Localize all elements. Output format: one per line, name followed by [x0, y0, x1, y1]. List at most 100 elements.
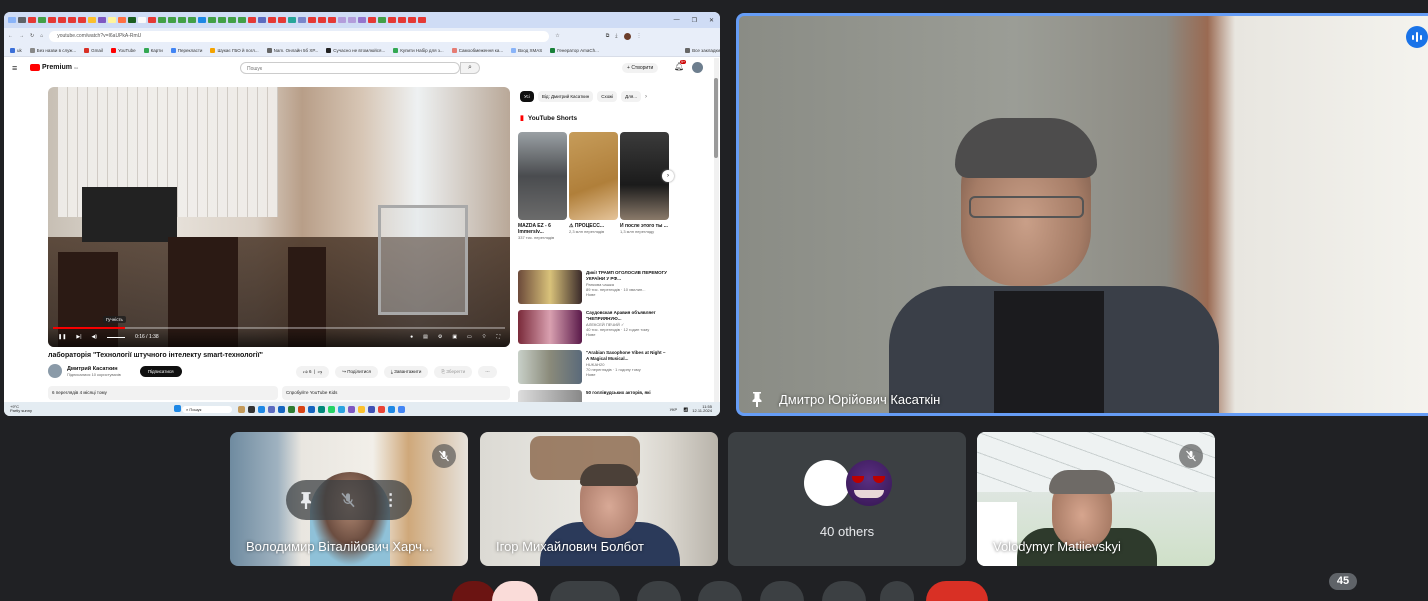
present-button[interactable]	[698, 581, 742, 601]
bookmark-item[interactable]: YouTube	[110, 47, 136, 53]
clock[interactable]: 11:55 12.11.2024	[692, 404, 712, 414]
participant-count-badge[interactable]: 45	[1329, 573, 1357, 590]
fullscreen-icon[interactable]: ⛶	[496, 334, 500, 340]
bookmark-item[interactable]: Генератор AmaCh...	[550, 47, 599, 53]
page-scrollbar[interactable]	[714, 58, 719, 403]
bookmark-item[interactable]: Сучасно не втомлюйся...	[326, 47, 385, 53]
browser-tab[interactable]	[128, 17, 136, 23]
account-avatar[interactable]	[692, 62, 703, 73]
participant-tile[interactable]: Ігор Михайлович Болбот	[480, 432, 718, 566]
browser-tab[interactable]	[288, 17, 296, 23]
browser-tab[interactable]	[18, 17, 26, 23]
browser-tab[interactable]	[418, 17, 426, 23]
share-button[interactable]: ↪ Поділитися	[335, 366, 378, 378]
taskbar-search[interactable]: ⌕ Пошук	[182, 405, 233, 413]
browser-tab[interactable]	[68, 17, 76, 23]
browser-tab[interactable]	[298, 17, 306, 23]
browser-tab[interactable]	[278, 17, 286, 23]
taskbar-app-icon[interactable]	[257, 405, 265, 413]
extensions-icon[interactable]: ⧉	[606, 33, 610, 39]
more-vert-button[interactable]	[880, 581, 914, 601]
raise-hand-button[interactable]	[760, 581, 804, 601]
kids-promo[interactable]: Спробуйте YouTube Kids	[282, 386, 510, 400]
back-icon[interactable]: ←	[8, 33, 13, 39]
reload-icon[interactable]: ↻	[30, 33, 34, 39]
bookmark-item[interactable]: Шукає ГБО й погл...	[210, 47, 259, 53]
hamburger-menu-icon[interactable]: ≡	[12, 63, 17, 73]
browser-tab[interactable]	[28, 17, 36, 23]
taskbar-app-icon[interactable]	[397, 405, 405, 413]
bookmark-item[interactable]: Самообмеження ка...	[451, 47, 503, 53]
taskbar-app-icon[interactable]	[347, 405, 355, 413]
browser-tab[interactable]	[228, 17, 236, 23]
taskbar-app-icon[interactable]	[287, 405, 295, 413]
browser-tab[interactable]	[378, 17, 386, 23]
shorts-next-button[interactable]: ›	[662, 170, 674, 182]
shared-screen-tile[interactable]: — ❐ ✕ ← → ↻ ⌂ youtube.com/watch?v=I6aUPkA-…	[4, 12, 720, 416]
browser-tab[interactable]	[258, 17, 266, 23]
bookmark-item[interactable]: Nam. Онлайн 5б ХР...	[266, 47, 318, 53]
more-actions-button[interactable]: ⋯	[478, 366, 497, 378]
miniplayer-icon[interactable]: ▣	[452, 334, 457, 340]
taskbar-app-icon[interactable]	[317, 405, 325, 413]
browser-tab[interactable]	[398, 17, 406, 23]
taskbar-app-icon[interactable]	[307, 405, 315, 413]
taskbar-app-icon[interactable]	[267, 405, 275, 413]
bookmark-item[interactable]: Купити Набір для з...	[393, 47, 444, 53]
channel-avatar[interactable]	[48, 364, 62, 378]
theater-icon[interactable]: ▭	[467, 334, 472, 340]
address-bar[interactable]: youtube.com/watch?v=I6aUPkA-RmU	[49, 30, 550, 42]
start-icon[interactable]	[172, 405, 182, 413]
youtube-search-input[interactable]: Пошук	[240, 62, 460, 74]
bookmark-item[interactable]: Карти	[143, 47, 163, 53]
next-icon[interactable]: ▶|	[76, 334, 81, 340]
cast-icon[interactable]: ⌔	[482, 334, 487, 340]
bookmark-item[interactable]: uk	[10, 47, 22, 53]
volume-icon[interactable]: ◀)	[92, 334, 98, 340]
profile-avatar[interactable]	[623, 32, 631, 40]
browser-tab[interactable]	[78, 17, 86, 23]
bookmark-item[interactable]: Все закладки	[685, 47, 720, 53]
short-item[interactable]: MAZDA EZ - 6 Immersiv... 337 тис. перегл…	[518, 132, 567, 240]
others-tile[interactable]: 40 others	[728, 432, 966, 566]
browser-tab[interactable]	[238, 17, 246, 23]
browser-tab[interactable]	[348, 17, 356, 23]
taskbar-app-icon[interactable]	[277, 405, 285, 413]
search-icon[interactable]: ⌕	[460, 62, 480, 74]
like-button[interactable]: 👍︎ 6 | 👎︎	[296, 366, 330, 378]
participant-tile[interactable]: ⋮ Володимир Віталійович Харч...	[230, 432, 468, 566]
menu-icon[interactable]: ⋮	[637, 33, 642, 39]
mic-button[interactable]	[452, 581, 496, 601]
wifi-icon[interactable]: 📶︎	[683, 407, 688, 412]
recommended-video[interactable]: Саудовская Аравия объявляет "НЕПРИЯНУЮ..…	[518, 310, 668, 344]
chip[interactable]: Для...	[621, 91, 642, 102]
recommended-video[interactable]: "Arabian Saxophone Vibes at Night ~ A Ma…	[518, 350, 668, 384]
create-button[interactable]: + Створити	[622, 63, 659, 73]
browser-tab[interactable]	[138, 17, 146, 23]
browser-tab[interactable]	[388, 17, 396, 23]
taskbar-app-icon[interactable]	[367, 405, 375, 413]
settings-icon[interactable]: ⚙	[438, 334, 442, 340]
download-button[interactable]: ⤓ Завантажити	[383, 366, 429, 378]
browser-tab[interactable]	[208, 17, 216, 23]
taskbar-app-icon[interactable]	[357, 405, 365, 413]
taskbar-app-icon[interactable]	[377, 405, 385, 413]
browser-tab[interactable]	[48, 17, 56, 23]
minimize-icon[interactable]: —	[674, 17, 680, 23]
star-icon[interactable]: ☆	[555, 33, 559, 39]
bookmark-item[interactable]: Перекласти	[170, 47, 202, 53]
reactions-button[interactable]	[637, 581, 681, 601]
browser-tab[interactable]	[408, 17, 416, 23]
close-icon[interactable]: ✕	[709, 17, 714, 24]
pin-icon[interactable]	[299, 491, 313, 509]
camera-button[interactable]	[492, 581, 538, 601]
browser-tab[interactable]	[118, 17, 126, 23]
more-options-button[interactable]	[822, 581, 866, 601]
bookmark-item[interactable]: Вход XMAS	[511, 47, 542, 53]
forward-icon[interactable]: →	[19, 33, 24, 39]
browser-tab[interactable]	[188, 17, 196, 23]
home-icon[interactable]: ⌂	[40, 33, 43, 39]
browser-tab[interactable]	[168, 17, 176, 23]
browser-tab[interactable]	[368, 17, 376, 23]
browser-tab[interactable]	[268, 17, 276, 23]
